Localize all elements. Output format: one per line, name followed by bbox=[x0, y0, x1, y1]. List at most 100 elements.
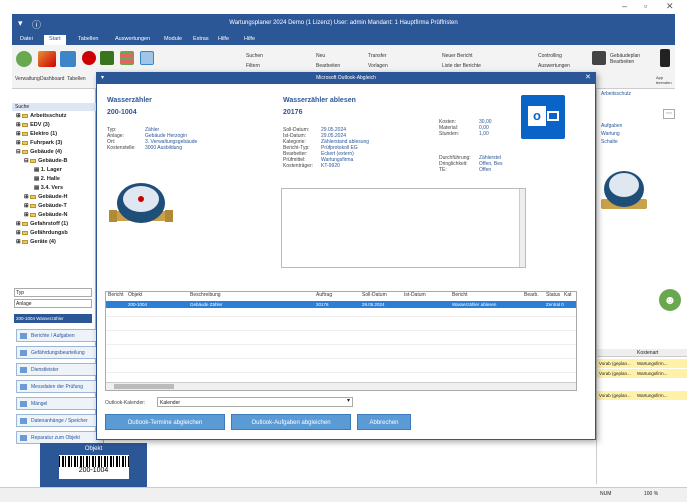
tree-item[interactable]: ⊟ Gebäude-B bbox=[24, 158, 67, 164]
tree-search[interactable]: Suche bbox=[12, 103, 96, 111]
user-icon[interactable]: ☻ bbox=[659, 289, 681, 311]
dashboard-icon[interactable] bbox=[38, 51, 56, 67]
dialog-menu-icon[interactable]: ▾ bbox=[101, 74, 104, 81]
grid-header[interactable]: Status bbox=[546, 292, 560, 298]
nav-gefaehrdung[interactable]: Gefährdungsbeurteilung bbox=[16, 346, 104, 359]
gebaeudeplan-icon[interactable] bbox=[592, 51, 606, 65]
calendar-label: Outlook-Kalender: bbox=[105, 400, 146, 406]
tree-item[interactable]: ▤ 1. Lager bbox=[34, 167, 62, 173]
ribbon-dashboard[interactable]: Dashboard bbox=[40, 76, 64, 82]
menu-hilfe[interactable]: Hilfe bbox=[218, 36, 229, 42]
tree-item[interactable]: ⊞ Elektro (1) bbox=[16, 131, 57, 137]
grid-header[interactable]: Bearb. bbox=[524, 292, 539, 298]
ribbon-gebaeudeplan[interactable]: Gebäudeplan Bearbeiten bbox=[610, 53, 650, 65]
ribbon-verwaltung[interactable]: Verwaltung bbox=[15, 76, 40, 82]
right-row[interactable]: Vorab (geplan... Wartungsfirm... bbox=[597, 359, 687, 368]
menu-start[interactable]: Start bbox=[44, 35, 66, 45]
menu-module[interactable]: Module bbox=[164, 36, 182, 42]
nav-berichte[interactable]: Berichte / Aufgaben bbox=[16, 329, 104, 342]
field-label: Kostenstelle: bbox=[107, 145, 136, 151]
scroll-thumb[interactable] bbox=[114, 384, 174, 389]
grid-header[interactable]: Bericht bbox=[452, 292, 468, 298]
tree-item[interactable]: ⊞ Fuhrpark (3) bbox=[16, 140, 62, 146]
grid-selected-row[interactable]: 200-1004 Gebäude Zähler 20176 29.05.2024… bbox=[106, 301, 576, 308]
minimize-icon[interactable]: – bbox=[622, 1, 627, 11]
ribbon-liste-berichte[interactable]: Liste der Berichte bbox=[442, 63, 481, 69]
notes-scrollbar[interactable] bbox=[519, 189, 525, 267]
filter-typ-select[interactable]: Typ bbox=[14, 288, 92, 297]
grid-header[interactable]: Auftrag bbox=[316, 292, 332, 298]
grid-header[interactable]: Kat bbox=[564, 292, 572, 298]
menu-tabellen[interactable]: Tabellen bbox=[78, 36, 99, 42]
verwaltung-icon[interactable] bbox=[16, 51, 32, 67]
grid-cell: Zentral 0 bbox=[546, 302, 564, 307]
field-label: TE: bbox=[439, 167, 447, 173]
right-grid-header: Kostenart bbox=[597, 349, 687, 357]
alert-icon[interactable] bbox=[82, 51, 96, 65]
right-row[interactable]: Vorab (geplan... Wartungsfirm... bbox=[597, 369, 687, 378]
ribbon-app-beenden[interactable]: App beenden bbox=[656, 75, 675, 85]
app-titlebar: ▾ ⓘ Wartungsplaner 2024 Demo (1 Lizenz) … bbox=[12, 14, 675, 34]
notes-textarea[interactable] bbox=[281, 188, 526, 268]
ribbon-transfer[interactable]: Transfer bbox=[368, 53, 386, 59]
calendar-select[interactable]: Kalender bbox=[157, 397, 353, 407]
tree-item[interactable]: ⊞ Gefährdungsb bbox=[16, 230, 68, 236]
close-icon[interactable]: ✕ bbox=[666, 1, 674, 12]
more-icon[interactable]: ⋯ bbox=[663, 109, 675, 119]
table-icon[interactable] bbox=[140, 51, 154, 65]
nav-messdaten[interactable]: Messdaten der Prüfung bbox=[16, 380, 104, 393]
ribbon-neu[interactable]: Neu bbox=[316, 53, 325, 59]
right-link[interactable]: Wartung bbox=[601, 131, 620, 137]
ribbon-vorlagen[interactable]: Vorlagen bbox=[368, 63, 388, 69]
tree-item[interactable]: ⊟ Gebäude (4) bbox=[16, 149, 62, 155]
dialog-close-icon[interactable]: ✕ bbox=[585, 73, 591, 81]
cancel-button[interactable]: Abbrechen bbox=[357, 414, 411, 430]
grid-line bbox=[106, 316, 576, 317]
tree-item[interactable]: ⊞ Gebäude-N bbox=[24, 212, 67, 218]
tree-item[interactable]: ⊞ Arbeitsschutz bbox=[16, 113, 67, 119]
ribbon-controlling[interactable]: Controlling bbox=[538, 53, 562, 59]
tree-item[interactable]: ⊞ Gebäude-T bbox=[24, 203, 67, 209]
tree-item[interactable]: ▤ 3.4. Vers bbox=[34, 185, 63, 191]
menu-extras[interactable]: Extras bbox=[193, 36, 209, 42]
menu-datei[interactable]: Datei bbox=[20, 36, 33, 42]
barcode-title: Objekt bbox=[84, 446, 103, 452]
nav-datenanhaenge[interactable]: Datenanhänge / Speicher bbox=[16, 414, 104, 427]
tree-item[interactable]: ⊞ Geräte (4) bbox=[16, 239, 56, 245]
right-link[interactable]: Schalte bbox=[601, 139, 618, 145]
grid-header[interactable]: Objekt bbox=[128, 292, 142, 298]
grid-cell: 200-1004 bbox=[128, 302, 148, 307]
grid-icon[interactable] bbox=[100, 51, 114, 65]
menu-auswertungen[interactable]: Auswertungen bbox=[115, 36, 150, 42]
grid-header[interactable]: Beschreibung bbox=[190, 292, 221, 298]
sync-tasks-button[interactable]: Outlook-Aufgaben abgleichen bbox=[231, 414, 351, 430]
tree-item[interactable]: ⊞ EDV (3) bbox=[16, 122, 50, 128]
field-value: Offen bbox=[479, 167, 492, 173]
menu-hilfe-2[interactable]: Hilfe bbox=[244, 36, 255, 42]
ribbon-suchen[interactable]: Suchen bbox=[246, 53, 263, 59]
barcode-text: 200-1004 bbox=[78, 467, 109, 474]
tree-item[interactable]: ▤ 2. Halle bbox=[34, 176, 60, 182]
right-link[interactable]: Aufgaben bbox=[601, 123, 622, 129]
right-row[interactable]: Vorab (geplan... Wartungsfirm... bbox=[597, 391, 687, 400]
grid-header[interactable]: Ist-Datum bbox=[404, 292, 426, 298]
ribbon-filtern[interactable]: Filtern bbox=[246, 63, 260, 69]
sync-appointments-button[interactable]: Outlook-Termine abgleichen bbox=[105, 414, 225, 430]
tabellen-icon[interactable] bbox=[60, 51, 76, 67]
grid-hscrollbar[interactable] bbox=[106, 382, 576, 390]
chevron-down-icon[interactable]: ▾ bbox=[347, 397, 350, 404]
ribbon-auswertungen[interactable]: Auswertungen bbox=[538, 63, 570, 69]
nav-maengel[interactable]: Mängel bbox=[16, 397, 104, 410]
chart-icon[interactable] bbox=[120, 51, 134, 65]
nav-dienstleister[interactable]: Dienstleister bbox=[16, 363, 104, 376]
filter-anlage-select[interactable]: Anlage bbox=[14, 299, 92, 308]
tree-item[interactable]: ⊞ Gefahrstoff (1) bbox=[16, 221, 68, 227]
ribbon-bearbeiten[interactable]: Bearbeiten bbox=[316, 63, 340, 69]
ribbon-neuer-bericht[interactable]: Neuer Bericht bbox=[442, 53, 473, 59]
tree-item[interactable]: ⊞ Gebäude-H bbox=[24, 194, 67, 200]
ribbon-tabellen[interactable]: Tabellen bbox=[67, 76, 86, 82]
grid-header[interactable]: Bericht bbox=[108, 292, 124, 298]
phone-icon[interactable] bbox=[660, 49, 670, 67]
maximize-icon[interactable]: ▫ bbox=[644, 1, 647, 11]
grid-header[interactable]: Soll-Datum bbox=[362, 292, 387, 298]
